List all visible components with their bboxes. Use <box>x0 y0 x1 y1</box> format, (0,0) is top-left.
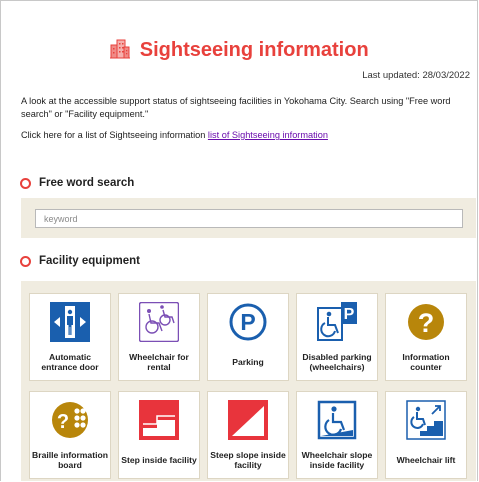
information-counter-icon: ? <box>408 304 444 340</box>
facility-tile-step[interactable]: Step inside facility <box>118 391 200 479</box>
facility-label: Information counter <box>402 351 450 373</box>
facility-label: Parking <box>232 356 264 367</box>
keyword-input[interactable] <box>35 209 463 228</box>
facility-label: Wheelchair slope inside facility <box>301 449 373 471</box>
wheelchair-lift-icon <box>406 400 446 440</box>
list-link[interactable]: list of Sightseeing information <box>208 130 328 140</box>
facility-label: Steep slope inside facility <box>210 449 286 471</box>
facility-label: Braille information board <box>32 449 108 471</box>
facility-label: Wheelchair lift <box>396 454 456 465</box>
step-icon <box>139 400 179 440</box>
facility-panel: Automatic entrance door Wheelchair for r… <box>21 281 476 481</box>
list-line: Click here for a list of Sightseeing inf… <box>21 129 469 142</box>
ring-bullet-icon <box>20 255 31 267</box>
svg-text:?: ? <box>418 308 435 338</box>
facility-label: Step inside facility <box>121 454 197 465</box>
parking-icon: P <box>229 303 267 341</box>
facility-label: Wheelchair for rental <box>129 351 189 373</box>
svg-text:P: P <box>344 306 355 323</box>
facility-tile-wheelchair-lift[interactable]: Wheelchair lift <box>385 391 467 479</box>
facility-tile-braille-board[interactable]: ? Braille information board <box>29 391 111 479</box>
facility-tile-automatic-door[interactable]: Automatic entrance door <box>29 293 111 381</box>
search-panel <box>21 198 476 238</box>
title-text: Sightseeing information <box>139 39 369 61</box>
braille-board-icon: ? <box>52 402 88 438</box>
list-prefix: Click here for a list of Sightseeing inf… <box>21 130 206 140</box>
page-title: Sightseeing information <box>1 37 477 64</box>
facility-tile-wheelchair-slope[interactable]: Wheelchair slope inside facility <box>296 391 378 479</box>
page-frame: Sightseeing information Last updated: 28… <box>0 0 478 481</box>
disabled-parking-icon: P <box>317 302 357 341</box>
intro-text: A look at the accessible support status … <box>21 96 451 119</box>
facility-heading: Facility equipment <box>20 255 140 267</box>
facility-tile-disabled-parking[interactable]: P Disabled parking (wheelchairs) <box>296 293 378 381</box>
facility-tile-parking[interactable]: P Parking <box>207 293 289 381</box>
building-icon <box>109 37 131 64</box>
last-updated: Last updated: 28/03/2022 <box>362 70 470 81</box>
automatic-door-icon <box>50 302 90 342</box>
ring-bullet-icon <box>20 177 31 189</box>
svg-text:P: P <box>240 309 255 335</box>
wheelchair-rental-icon <box>139 302 179 342</box>
facility-tile-wheelchair-rental[interactable]: Wheelchair for rental <box>118 293 200 381</box>
facility-tile-information-counter[interactable]: ? Information counter <box>385 293 467 381</box>
free-word-heading: Free word search <box>20 177 134 189</box>
facility-label: Disabled parking (wheelchairs) <box>302 351 372 373</box>
wheelchair-slope-icon <box>317 400 357 440</box>
facility-label: Automatic entrance door <box>41 351 99 373</box>
facility-heading-text: Facility equipment <box>39 255 140 267</box>
facility-tile-steep-slope[interactable]: Steep slope inside facility <box>207 391 289 479</box>
free-word-heading-text: Free word search <box>39 177 135 189</box>
svg-text:?: ? <box>57 411 69 433</box>
steep-slope-icon <box>228 400 268 440</box>
